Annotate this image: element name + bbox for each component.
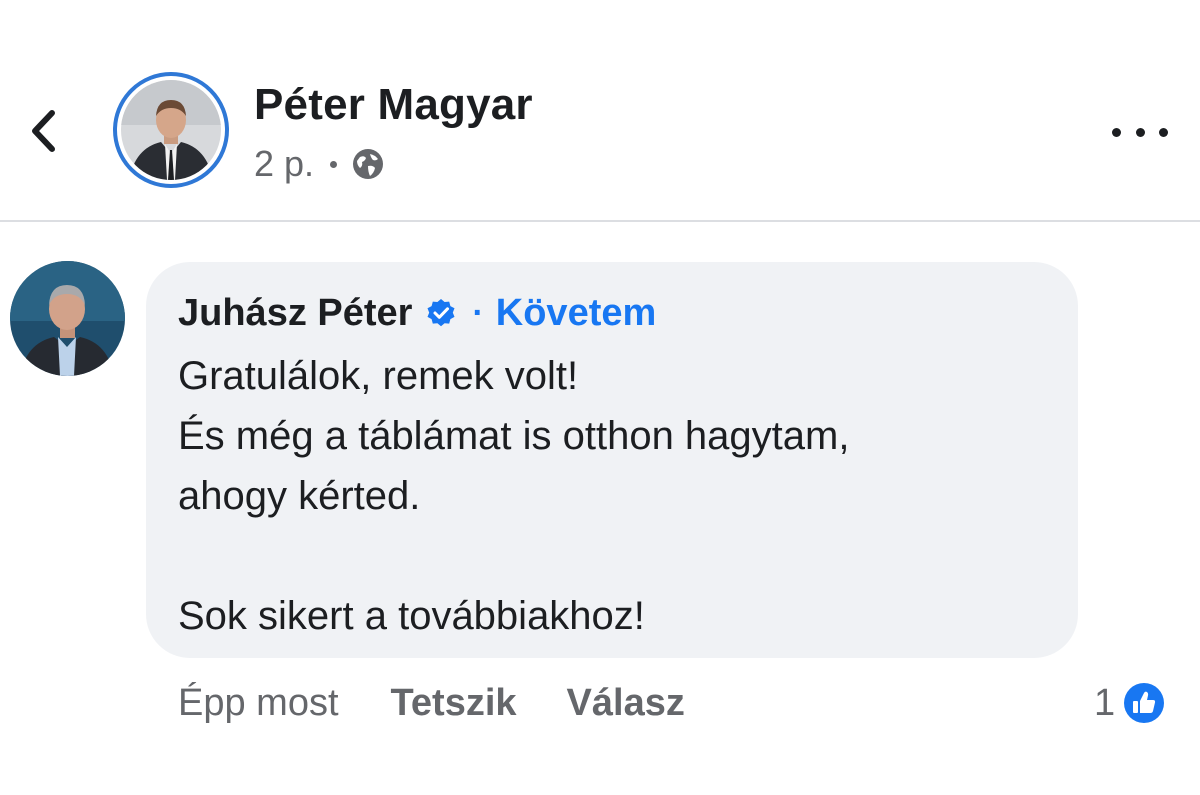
reaction-count: 1 — [1094, 681, 1116, 724]
comment-line: ahogy kérted. — [178, 474, 421, 518]
commenter-avatar-image — [10, 261, 125, 376]
chevron-left-icon — [32, 110, 55, 152]
commenter-avatar[interactable] — [10, 261, 125, 376]
comment-line: És még a táblámat is otthon hagytam, — [178, 414, 850, 458]
reply-button[interactable]: Válasz — [567, 682, 685, 725]
author-avatar[interactable] — [113, 72, 229, 188]
post-header: Péter Magyar 2 p. — [0, 0, 1200, 222]
comment-time[interactable]: Épp most — [178, 682, 339, 725]
like-button[interactable]: Tetszik — [391, 682, 517, 725]
comment-line: Sok sikert a továbbiakhoz! — [178, 594, 645, 638]
verified-badge-icon — [427, 299, 455, 327]
follow-status-link[interactable]: Követem — [496, 292, 657, 335]
comment-text: Gratulálok, remek volt! És még a tábláma… — [178, 346, 1058, 646]
more-dot — [1112, 127, 1121, 137]
meta-separator-dot — [330, 160, 338, 168]
post-time[interactable]: 2 p. — [254, 143, 314, 185]
more-dot — [1159, 127, 1168, 137]
like-reaction-icon — [1124, 683, 1165, 723]
comment-line: Gratulálok, remek volt! — [178, 354, 579, 398]
post-author-name[interactable]: Péter Magyar — [254, 80, 533, 130]
comment-actions: Épp most Tetszik Válasz — [178, 676, 685, 730]
header-divider — [0, 220, 1200, 222]
back-button[interactable] — [20, 105, 66, 157]
more-dot — [1135, 127, 1145, 137]
more-options-button[interactable] — [1112, 112, 1168, 152]
comment-author-row: Juhász Péter · Követem — [178, 288, 656, 338]
globe-icon[interactable] — [351, 147, 385, 181]
follow-separator: · — [472, 293, 484, 332]
post-meta: 2 p. — [254, 142, 385, 186]
author-avatar-image — [121, 80, 221, 180]
reaction-summary[interactable]: 1 — [1094, 676, 1165, 730]
comment-author-name[interactable]: Juhász Péter — [178, 292, 412, 335]
